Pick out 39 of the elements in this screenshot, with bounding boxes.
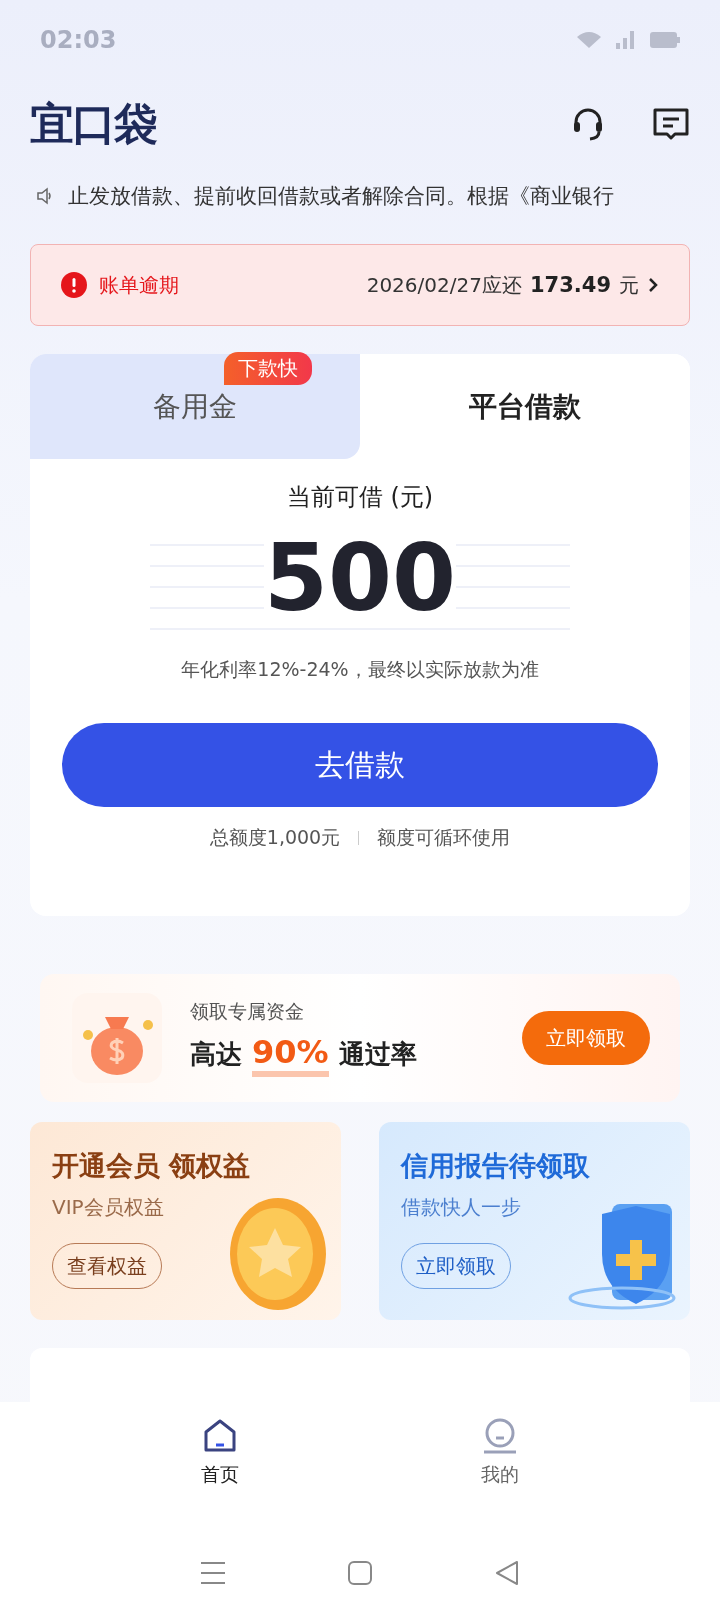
app-logo: 宜口袋 [30, 96, 156, 151]
available-caption: 当前可借 (元) [286, 482, 434, 513]
card-title: 信用报告待领取 [401, 1149, 591, 1183]
home-icon [202, 1418, 238, 1454]
rate-note: 年化利率12%-24%，最终以实际放款为准 [181, 657, 539, 682]
signal-icon [616, 31, 636, 49]
borrow-button[interactable]: 去借款 [62, 723, 658, 807]
promo-card[interactable]: 信用报告待领取 借款快人一步 立即领取 [379, 1122, 690, 1320]
card-subtitle: 借款快人一步 [401, 1194, 522, 1221]
home-square-icon[interactable] [347, 1560, 373, 1586]
speaker-icon [36, 187, 54, 205]
currency-unit: 元 [619, 271, 639, 299]
due-amount: 173.49 [529, 273, 611, 297]
tag-badge: 下款快 [224, 352, 312, 385]
total-limit: 总额度1,000元 [209, 825, 341, 850]
promo-title: 通过率 [338, 1038, 417, 1071]
promo-title: 高达 [190, 1038, 242, 1071]
wifi-icon [576, 31, 602, 49]
due-date: 2026/02/27应还 [366, 271, 522, 299]
notice-text: 止发放借款、提前收回借款或者解除合同。根据《商业银行 [68, 183, 614, 210]
card-title: 开通会员 领权益 [52, 1149, 252, 1183]
profile-icon [482, 1418, 518, 1454]
battery-icon [650, 32, 680, 48]
pass-rate: 90% [252, 1033, 329, 1077]
promo-subtitle: 领取专属资金 [190, 999, 305, 1024]
alert-label: 账单逾期 [99, 271, 179, 299]
menu-icon[interactable] [200, 1560, 227, 1586]
status-time: 02:03 [40, 26, 117, 54]
claim-button[interactable]: 立即领取 [522, 1011, 650, 1065]
card-subtitle: VIP会员权益 [52, 1194, 165, 1221]
message-icon[interactable] [652, 106, 690, 142]
reuse-note: 额度可循环使用 [377, 825, 511, 850]
chevron-right-icon [647, 276, 659, 294]
warning-icon [61, 272, 87, 298]
overdue-alert[interactable]: 账单逾期 2026/02/27应还 173.49 元 [30, 244, 690, 326]
nav-item[interactable]: 我的 [475, 1402, 525, 1520]
promo-card[interactable]: 开通会员 领权益 VIP会员权益 查看权益 [30, 1122, 341, 1320]
nav-item[interactable]: 首页 [195, 1402, 245, 1520]
back-icon[interactable] [493, 1560, 520, 1586]
